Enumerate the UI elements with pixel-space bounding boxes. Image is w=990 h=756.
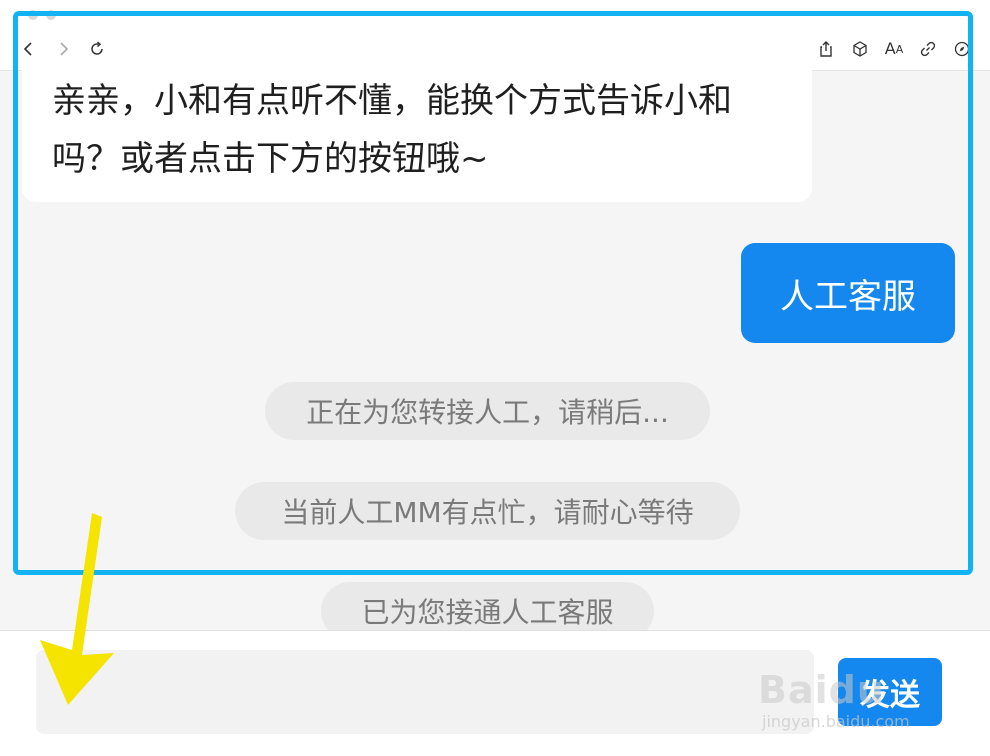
window-close-dot[interactable] (28, 10, 38, 20)
bot-message-text: 亲亲，小和有点听不懂，能换个方式告诉小和吗？或者点击下方的按钮哦~ (52, 81, 732, 179)
chevron-left-icon[interactable] (18, 38, 40, 60)
annotation-arrow-icon (40, 513, 114, 705)
user-message-bubble: 人工客服 (741, 243, 955, 343)
system-message-text: 当前人工MM有点忙，请耐心等待 (281, 496, 694, 529)
share-icon[interactable] (815, 38, 837, 60)
text-size-label: A (884, 39, 896, 58)
send-button[interactable]: 发送 (838, 658, 942, 726)
system-message-text: 正在为您转接人工，请稍后... (306, 396, 669, 429)
message-input[interactable] (36, 650, 814, 734)
user-message-text: 人工客服 (780, 276, 916, 317)
system-message-text: 已为您接通人工客服 (361, 596, 614, 629)
cube-icon[interactable] (849, 38, 871, 60)
send-button-label: 发送 (860, 678, 920, 713)
compass-icon[interactable] (951, 38, 973, 60)
reload-icon[interactable] (86, 38, 108, 60)
system-message-busy: 当前人工MM有点忙，请耐心等待 (235, 482, 740, 540)
chevron-right-icon[interactable] (52, 38, 74, 60)
window-minimize-dot[interactable] (46, 10, 56, 20)
text-size-icon[interactable]: AA (883, 38, 905, 60)
system-message-transferring: 正在为您转接人工，请稍后... (265, 382, 710, 440)
link-icon[interactable] (917, 38, 939, 60)
